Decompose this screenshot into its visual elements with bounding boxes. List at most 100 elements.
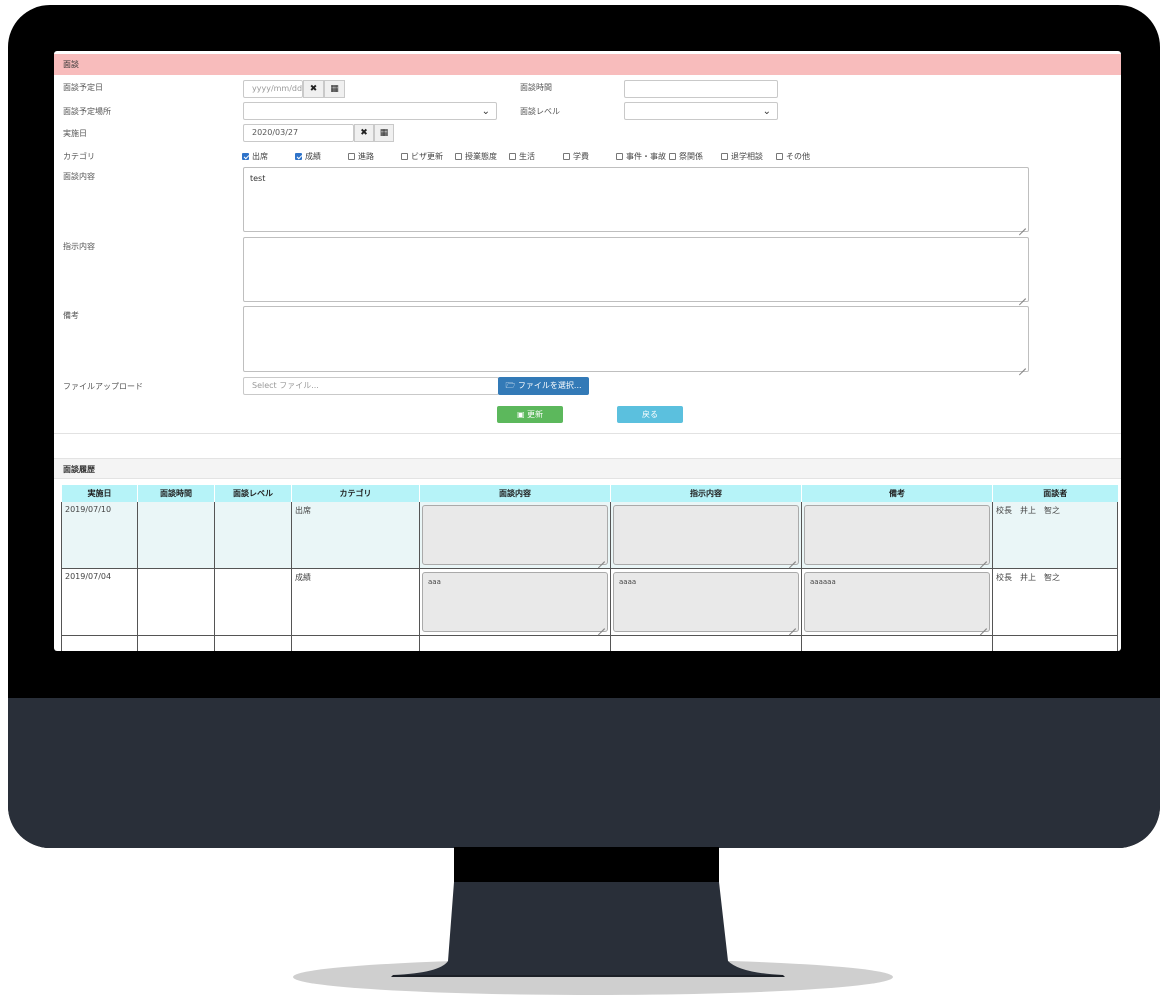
interview-time-label: 面談時間: [520, 83, 552, 92]
history-cell: [801, 635, 993, 651]
actual-date-calendar-button[interactable]: ▦: [374, 124, 394, 142]
history-cell: [137, 635, 215, 651]
history-table: 実施日 面談時間 面談レベル カテゴリ 面談内容 指示内容 備考 面談者 2019/07/10…: [61, 485, 1118, 651]
scheduled-date-label: 面談予定日: [63, 83, 103, 92]
history-remarks-textarea[interactable]: aaaaaa: [804, 572, 990, 632]
category-option-label: 成績: [305, 152, 321, 161]
category-option-label: 出席: [252, 152, 268, 161]
remarks-textarea[interactable]: [243, 306, 1029, 372]
scheduled-date-calendar-button[interactable]: ▦: [324, 80, 345, 98]
instruction-textarea[interactable]: [243, 237, 1029, 302]
instruction-label: 指示内容: [63, 242, 95, 251]
resize-grip-icon[interactable]: [1019, 222, 1026, 229]
history-content-textarea[interactable]: [422, 505, 608, 565]
checkbox[interactable]: [455, 153, 462, 160]
history-cell-category: 成績: [291, 568, 420, 636]
interview-level-label: 面談レベル: [520, 107, 560, 116]
choose-file-button[interactable]: 🗁 ファイルを選択...: [498, 377, 589, 395]
category-option-label: 祭関係: [679, 152, 703, 161]
category-option[interactable]: ビザ更新: [401, 151, 443, 162]
category-option-label: 授業態度: [465, 152, 497, 161]
history-section-header: 面談履歴: [54, 458, 1121, 479]
category-option[interactable]: 進路: [348, 151, 374, 162]
checkbox[interactable]: [616, 153, 623, 160]
category-option-label: ビザ更新: [411, 152, 443, 161]
resize-grip-icon[interactable]: [598, 622, 605, 629]
history-interviewer-text: 校長 井上 智之: [996, 573, 1060, 582]
checkbox[interactable]: [721, 153, 728, 160]
times-icon: ✖: [309, 84, 318, 94]
folder-open-icon: 🗁: [505, 381, 516, 390]
scheduled-date-input[interactable]: yyyy/mm/dd: [243, 80, 303, 98]
scheduled-place-select[interactable]: ⌄: [243, 102, 497, 120]
history-content-textarea[interactable]: aaa: [422, 572, 608, 632]
interview-level-select[interactable]: ⌄: [624, 102, 778, 120]
checkbox[interactable]: [509, 153, 516, 160]
scheduled-date-placeholder: yyyy/mm/dd: [252, 84, 303, 93]
resize-grip-icon[interactable]: [789, 555, 796, 562]
history-remarks-text: aaaaaa: [810, 578, 836, 586]
category-option[interactable]: 出席: [242, 151, 268, 162]
category-option[interactable]: その他: [776, 151, 810, 162]
history-interviewer-text: 校長 井上 智之: [996, 506, 1060, 515]
checkbox[interactable]: [295, 153, 302, 160]
category-option-label: 退学相談: [731, 152, 763, 161]
category-option[interactable]: 授業態度: [455, 151, 497, 162]
file-path-input[interactable]: Select ファイル...: [243, 377, 499, 395]
history-cell-content: [419, 502, 611, 569]
history-column-header: カテゴリ: [291, 485, 420, 502]
history-remarks-textarea[interactable]: [804, 505, 990, 565]
history-cell: [61, 635, 138, 651]
category-option[interactable]: 学費: [563, 151, 589, 162]
category-option[interactable]: 事件・事故: [616, 151, 666, 162]
history-cell-level: [214, 502, 292, 569]
interview-section-header: 面談: [54, 54, 1121, 75]
resize-grip-icon[interactable]: [980, 555, 987, 562]
resize-grip-icon[interactable]: [789, 622, 796, 629]
content-textarea[interactable]: test: [243, 167, 1029, 232]
history-cell-remarks: aaaaaa: [801, 568, 993, 636]
resize-grip-icon[interactable]: [1019, 362, 1026, 369]
history-column-header: 面談時間: [137, 485, 215, 502]
category-option[interactable]: 祭関係: [669, 151, 703, 162]
history-instruction-textarea[interactable]: [613, 505, 799, 565]
history-instruction-textarea[interactable]: aaaa: [613, 572, 799, 632]
checkbox[interactable]: [669, 153, 676, 160]
calendar-icon: ▦: [330, 84, 339, 94]
category-option-label: その他: [786, 152, 810, 161]
interview-time-input[interactable]: [624, 80, 778, 98]
history-cell: [291, 635, 420, 651]
history-cell-level: [214, 568, 292, 636]
category-option[interactable]: 退学相談: [721, 151, 763, 162]
history-column-header: 面談内容: [419, 485, 611, 502]
history-cell-instruction: aaaa: [610, 568, 802, 636]
resize-grip-icon[interactable]: [598, 555, 605, 562]
save-icon: ▣: [516, 410, 525, 419]
actual-date-input[interactable]: 2020/03/27: [243, 124, 354, 142]
resize-grip-icon[interactable]: [980, 622, 987, 629]
calendar-icon: ▦: [379, 128, 389, 138]
history-cell: [992, 635, 1118, 651]
table-row: 2019/07/10 出席 校長 井上 智之: [61, 502, 1118, 569]
history-cell-date: 2019/07/04: [61, 568, 138, 636]
checkbox[interactable]: [776, 153, 783, 160]
checkbox[interactable]: [348, 153, 355, 160]
category-option[interactable]: 成績: [295, 151, 321, 162]
file-upload-label: ファイルアップロード: [63, 382, 143, 391]
category-option-label: 事件・事故: [626, 152, 666, 161]
category-option-label: 学費: [573, 152, 589, 161]
checkbox[interactable]: [563, 153, 570, 160]
category-option[interactable]: 生活: [509, 151, 535, 162]
update-button[interactable]: ▣ 更新: [497, 406, 563, 423]
times-icon: ✖: [360, 128, 368, 138]
scheduled-date-clear-button[interactable]: ✖: [303, 80, 324, 98]
history-category-text: 成績: [295, 573, 311, 582]
history-cell: [610, 635, 802, 651]
actual-date-clear-button[interactable]: ✖: [354, 124, 374, 142]
checkbox[interactable]: [401, 153, 408, 160]
update-label: 更新: [527, 410, 544, 419]
resize-grip-icon[interactable]: [1019, 292, 1026, 299]
back-button[interactable]: 戻る: [617, 406, 683, 423]
app-screen: 面談 面談予定日 yyyy/mm/dd ✖ ▦ 面談時間 面談予定場所 ⌄ 面談…: [54, 51, 1121, 651]
checkbox[interactable]: [242, 153, 249, 160]
